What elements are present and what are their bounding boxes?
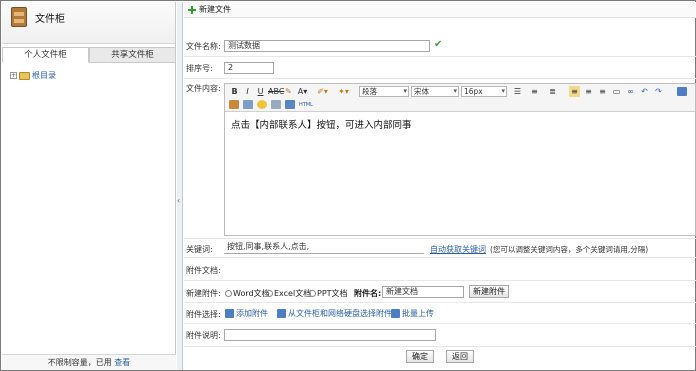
row-file-name: 文件名称: 测试数据 ✔ bbox=[184, 37, 696, 57]
back-button[interactable]: 返回 bbox=[446, 350, 474, 363]
font-size-select[interactable]: 16px bbox=[461, 86, 507, 97]
editor-content[interactable]: 点击【内部联系人】按钮，可进入内部同事 bbox=[225, 112, 695, 136]
align-left-button[interactable]: ≡ bbox=[569, 86, 580, 97]
radio-excel-circle[interactable] bbox=[266, 290, 273, 297]
label-attachment-desc: 附件说明: bbox=[186, 331, 221, 340]
justify-button[interactable]: ▭ bbox=[611, 86, 622, 97]
fullscreen-icon[interactable] bbox=[677, 87, 687, 96]
tree-root[interactable]: + 根目录 bbox=[10, 70, 56, 81]
panel-header: 文件柜 bbox=[2, 2, 175, 44]
storage-status: 不限制容量，已用 查看 bbox=[2, 354, 176, 370]
storage-text: 不限制容量，已用 bbox=[47, 358, 112, 367]
row-attachment-docs: 附件文档: bbox=[184, 259, 696, 281]
panel-splitter[interactable]: ‹ bbox=[177, 2, 183, 370]
image-icon[interactable] bbox=[229, 100, 239, 109]
panel-title: 文件柜 bbox=[35, 14, 65, 25]
redo-icon[interactable]: ↷ bbox=[653, 86, 664, 97]
attachment-desc-input[interactable] bbox=[224, 329, 436, 341]
label-keywords: 关键词: bbox=[186, 245, 213, 254]
tab-shared-cabinet[interactable]: 共享文件柜 bbox=[89, 47, 176, 63]
format-brush-button[interactable]: ✦▾ bbox=[338, 86, 349, 97]
eraser-icon[interactable]: ✎ bbox=[283, 86, 294, 97]
underline-button[interactable]: U bbox=[255, 86, 266, 97]
radio-ppt-circle[interactable] bbox=[309, 290, 316, 297]
folder-icon bbox=[19, 71, 30, 80]
search-icon[interactable] bbox=[271, 100, 281, 109]
tab-personal-cabinet[interactable]: 个人文件柜 bbox=[2, 47, 89, 63]
add-attachment-label[interactable]: 添加附件 bbox=[236, 308, 268, 319]
ordered-list-button[interactable]: ≡ bbox=[529, 86, 540, 97]
row-attachment-select: 附件选择: 添加附件 从文件柜和网络硬盘选择附件 批量上传 bbox=[184, 304, 696, 324]
upload-icon bbox=[391, 309, 400, 318]
order-input[interactable]: 2 bbox=[224, 62, 274, 74]
label-new-attachment: 新建附件: bbox=[186, 289, 221, 298]
new-file-form: 新建文件 文件名称: 测试数据 ✔ 排序号: 2 文件内容: B I U ABC… bbox=[184, 2, 696, 370]
italic-button[interactable]: I bbox=[242, 86, 253, 97]
font-select[interactable]: 宋体 bbox=[411, 86, 459, 97]
table-icon[interactable] bbox=[243, 100, 253, 109]
undo-icon[interactable]: ↶ bbox=[639, 86, 650, 97]
label-attachment-docs: 附件文档: bbox=[186, 266, 221, 275]
editor-toolbar: B I U ABC ✎ A▾ ✐▾ ✦▾ 段落 宋体 16px ☰ ≡ ≣ ≡ … bbox=[225, 84, 695, 112]
unordered-list-button[interactable]: ≣ bbox=[547, 86, 558, 97]
new-attachment-button[interactable]: 新建附件 bbox=[469, 285, 509, 298]
emoticon-icon[interactable] bbox=[257, 100, 267, 109]
batch-upload-action[interactable]: 批量上传 bbox=[391, 308, 434, 319]
collapse-arrow-icon[interactable]: ‹ bbox=[177, 196, 180, 205]
cabinet-icon bbox=[277, 309, 286, 318]
file-name-input[interactable]: 测试数据 bbox=[224, 40, 430, 52]
radio-excel-label: Excel文档 bbox=[274, 289, 312, 298]
bold-button[interactable]: B bbox=[229, 86, 240, 97]
line-height-button[interactable]: ☰ bbox=[512, 86, 523, 97]
attachment-icon bbox=[225, 309, 234, 318]
paragraph-select[interactable]: 段落 bbox=[359, 86, 409, 97]
form-header: 新建文件 bbox=[184, 2, 696, 18]
label-order: 排序号: bbox=[186, 64, 213, 73]
tree-root-label[interactable]: 根目录 bbox=[32, 70, 56, 81]
media-icon[interactable] bbox=[285, 100, 295, 109]
keywords-input[interactable]: 按钮,同事,联系人,点击, bbox=[224, 242, 424, 254]
add-icon bbox=[188, 5, 196, 14]
auto-keywords-link[interactable]: 自动获取关键词 bbox=[430, 244, 486, 255]
row-order: 排序号: 2 bbox=[184, 59, 696, 79]
radio-word-circle[interactable] bbox=[225, 290, 232, 297]
keywords-hint: (您可以调整关键词内容，多个关键词请用,分隔) bbox=[490, 245, 649, 254]
confirm-button[interactable]: 确定 bbox=[406, 350, 434, 363]
align-center-button[interactable]: ≡ bbox=[583, 86, 594, 97]
highlight-button[interactable]: ✐▾ bbox=[317, 86, 328, 97]
cabinet-tabs: 个人文件柜 共享文件柜 bbox=[2, 47, 176, 63]
check-icon: ✔ bbox=[434, 39, 443, 50]
window-frame: 文件柜 个人文件柜 共享文件柜 + 根目录 不限制容量，已用 查看 ‹ 新建文件… bbox=[0, 0, 696, 371]
row-new-attachment: 新建附件: Word文档 Excel文档 PPT文档 附件名: 新建文档 新建附… bbox=[184, 282, 696, 303]
label-file-name: 文件名称: bbox=[186, 42, 221, 51]
row-attachment-desc: 附件说明: bbox=[184, 325, 696, 347]
row-keywords: 关键词: 按钮,同事,联系人,点击, 自动获取关键词 (您可以调整关键词内容，多… bbox=[184, 238, 696, 258]
radio-word[interactable]: Word文档 bbox=[225, 288, 270, 299]
select-from-cabinet-label[interactable]: 从文件柜和网络硬盘选择附件 bbox=[288, 308, 392, 319]
radio-ppt-label: PPT文档 bbox=[317, 289, 348, 298]
attachment-name-input[interactable]: 新建文档 bbox=[382, 286, 464, 298]
label-content: 文件内容: bbox=[186, 84, 221, 93]
align-right-button[interactable]: ≡ bbox=[597, 86, 608, 97]
form-title: 新建文件 bbox=[199, 4, 231, 14]
view-usage-link[interactable]: 查看 bbox=[114, 358, 130, 367]
batch-upload-label[interactable]: 批量上传 bbox=[402, 308, 434, 319]
select-from-cabinet-action[interactable]: 从文件柜和网络硬盘选择附件 bbox=[277, 308, 392, 319]
font-color-button[interactable]: A▾ bbox=[297, 86, 308, 97]
link-button[interactable]: ∞ bbox=[625, 86, 636, 97]
radio-excel[interactable]: Excel文档 bbox=[266, 288, 311, 299]
radio-word-label: Word文档 bbox=[233, 289, 270, 298]
label-attachment-select: 附件选择: bbox=[186, 310, 221, 319]
label-attachment-name: 附件名: bbox=[354, 289, 382, 298]
rich-text-editor: B I U ABC ✎ A▾ ✐▾ ✦▾ 段落 宋体 16px ☰ ≡ ≣ ≡ … bbox=[224, 83, 696, 236]
file-cabinet-panel: 文件柜 个人文件柜 共享文件柜 + 根目录 不限制容量，已用 查看 bbox=[2, 2, 176, 370]
radio-ppt[interactable]: PPT文档 bbox=[309, 288, 348, 299]
expand-icon[interactable]: + bbox=[10, 72, 17, 79]
html-source-icon[interactable]: HTML bbox=[299, 100, 313, 111]
file-cabinet-icon bbox=[11, 7, 27, 27]
add-attachment-action[interactable]: 添加附件 bbox=[225, 308, 268, 319]
strikethrough-button[interactable]: ABC bbox=[268, 86, 284, 97]
